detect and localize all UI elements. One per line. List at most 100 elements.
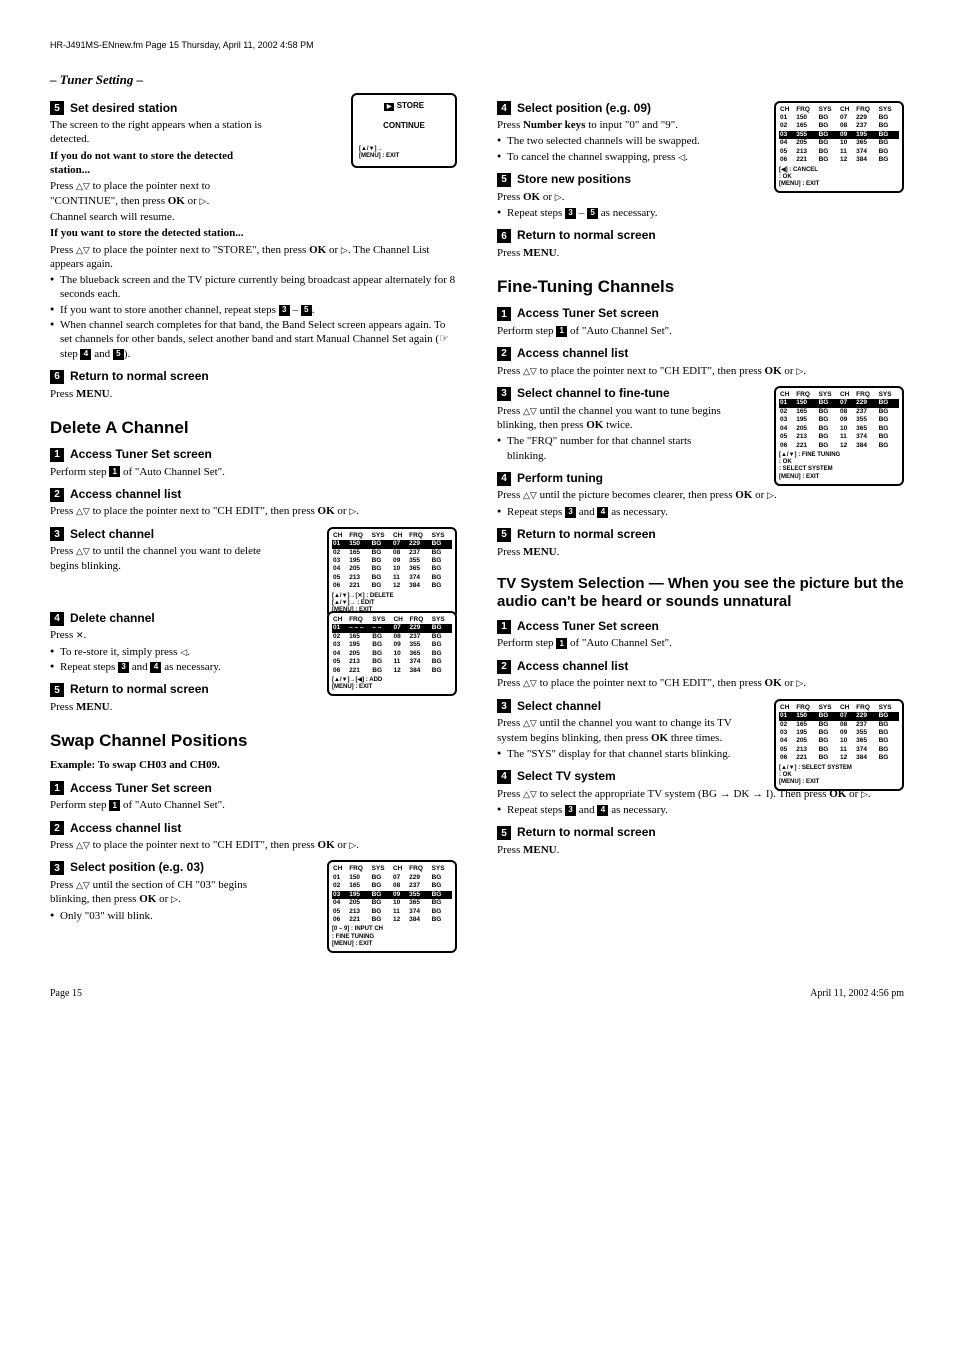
r-s5-title: Store new positions: [517, 172, 631, 188]
osd-store-box: ▶ STORE CONTINUE [▲/▼]→ [MENU] : EXIT: [351, 93, 457, 169]
tri-down-icon: [83, 180, 90, 192]
r-s4-p1: Press Number keys to input "0" and "9".: [497, 118, 727, 132]
s5-p1: The screen to the right appears when a s…: [50, 118, 270, 147]
swap-ex: Example: To swap CH03 and CH09.: [50, 758, 457, 772]
r-s4-num: 4: [497, 101, 511, 115]
osd-tvsys: CHFRQSYSCHFRQSYS 01150BG07229BG 02165BG0…: [774, 699, 904, 792]
section-bar: – Tuner Setting –: [50, 72, 904, 89]
swap-s1-num: 1: [50, 781, 64, 795]
del-s3-num: 3: [50, 527, 64, 541]
fine-s5-p1: Press MENU.: [497, 545, 904, 559]
fine-s1-p1: Perform step 1 of "Auto Channel Set".: [497, 324, 904, 338]
tri-up-icon: [76, 180, 83, 192]
fine-h1: Fine-Tuning Channels: [497, 276, 904, 298]
tv-s1-num: 1: [497, 620, 511, 634]
tv-s5-num: 5: [497, 826, 511, 840]
tvsys-h1: TV System Selection — When you see the p…: [497, 575, 904, 611]
del-s4-title: Delete channel: [70, 611, 155, 627]
s5-p4: Channel search will resume.: [50, 210, 457, 224]
osd-store-f1: [▲/▼]→: [359, 146, 383, 152]
r-s4-b1: The two selected channels will be swappe…: [497, 134, 727, 148]
hand-icon: [439, 333, 449, 345]
footer-date: April 11, 2002 4:56 pm: [810, 987, 904, 1000]
osd-store-l1: STORE: [397, 101, 424, 110]
tv-s4-title: Select TV system: [517, 769, 616, 785]
step6-num: 6: [50, 370, 64, 384]
tv-s3-title: Select channel: [517, 699, 601, 715]
swap-s3-num: 3: [50, 861, 64, 875]
left-column: ▶ STORE CONTINUE [▲/▼]→ [MENU] : EXIT 5S…: [50, 93, 457, 957]
s5-p6: Press to place the pointer next to "STOR…: [50, 243, 457, 272]
tv-s4-num: 4: [497, 770, 511, 784]
r-s5-b1: Repeat steps 3 – 5 as necessary.: [497, 206, 904, 220]
swap-s2-p1: Press to place the pointer next to "CH E…: [50, 838, 457, 852]
fine-s2-title: Access channel list: [517, 346, 628, 362]
del-s3-p1: Press to until the channel you want to d…: [50, 544, 280, 573]
tv-s3-num: 3: [497, 699, 511, 713]
del-s1-p1: Perform step 1 of "Auto Channel Set".: [50, 465, 457, 479]
tv-s2-p1: Press to place the pointer next to "CH E…: [497, 676, 904, 690]
fine-s4-b1: Repeat steps 3 and 4 as necessary.: [497, 505, 904, 519]
step5-num: 5: [50, 101, 64, 115]
tv-s2-num: 2: [497, 660, 511, 674]
osd-fine: CHFRQSYSCHFRQSYS 01150BG07229BG 02165BG0…: [774, 386, 904, 486]
page-footer: Page 15 April 11, 2002 4:56 pm: [50, 987, 904, 1000]
swap-s3-p1: Press until the section of CH "03" begin…: [50, 878, 280, 907]
swap-s3-title: Select position (e.g. 03): [70, 860, 204, 876]
r-s6-p1: Press MENU.: [497, 246, 904, 260]
del-s1-title: Access Tuner Set screen: [70, 447, 212, 463]
del-s4-b1: To re-store it, simply press .: [50, 645, 280, 659]
del-s1-num: 1: [50, 448, 64, 462]
step6-title: Return to normal screen: [70, 369, 209, 385]
s5-p5: If you want to store the detected statio…: [50, 226, 457, 240]
r-s6-title: Return to normal screen: [517, 228, 656, 244]
fine-s1-title: Access Tuner Set screen: [517, 306, 659, 322]
step5-title: Set desired station: [70, 101, 177, 117]
swap-s2-num: 2: [50, 821, 64, 835]
s5-p3: Press to place the pointer next to "CONT…: [50, 179, 270, 208]
tv-s2-title: Access channel list: [517, 659, 628, 675]
del-s5-p1: Press MENU.: [50, 700, 457, 714]
swap-s3-b1: Only "03" will blink.: [50, 909, 457, 923]
fine-s1-num: 1: [497, 307, 511, 321]
osd-swap2: CHFRQSYSCHFRQSYS 01150BG07229BG 02165BG0…: [774, 101, 904, 194]
tv-s5-p1: Press MENU.: [497, 843, 904, 857]
fine-s2-num: 2: [497, 347, 511, 361]
del-s3-title: Select channel: [70, 527, 154, 543]
s5-b3: When channel search completes for that b…: [50, 318, 457, 361]
x-icon: [76, 629, 84, 641]
swap-s1-p1: Perform step 1 of "Auto Channel Set".: [50, 798, 457, 812]
tv-s5-title: Return to normal screen: [517, 825, 656, 841]
del-s4-num: 4: [50, 612, 64, 626]
tv-s3-p1: Press until the channel you want to chan…: [497, 716, 737, 745]
fine-s3-p1: Press until the channel you want to tune…: [497, 404, 727, 433]
osd-swap1: CHFRQSYSCHFRQSYS 01150BG07229BG 02165BG0…: [327, 860, 457, 953]
right-column: CHFRQSYSCHFRQSYS 01150BG07229BG 02165BG0…: [497, 93, 904, 957]
s5-b2: If you want to store another channel, re…: [50, 303, 457, 317]
del-s4-b2: Repeat steps 3 and 4 as necessary.: [50, 660, 280, 674]
del-s2-p1: Press to place the pointer next to "CH E…: [50, 504, 457, 518]
swap-h1: Swap Channel Positions: [50, 730, 457, 752]
delete-h1: Delete A Channel: [50, 417, 457, 439]
tv-s4-b1: Repeat steps 3 and 4 as necessary.: [497, 803, 904, 817]
osd-store-l2: CONTINUE: [359, 121, 449, 131]
footer-page: Page 15: [50, 987, 82, 1000]
fine-s5-title: Return to normal screen: [517, 527, 656, 543]
r-s5-num: 5: [497, 173, 511, 187]
s6-p1: Press MENU.: [50, 387, 457, 401]
osd-store-f2: [MENU] : EXIT: [359, 153, 449, 160]
store-icon: ▶: [384, 103, 395, 111]
swap-s1-title: Access Tuner Set screen: [70, 781, 212, 797]
fine-s4-num: 4: [497, 472, 511, 486]
fine-s4-title: Perform tuning: [517, 471, 603, 487]
tv-s1-title: Access Tuner Set screen: [517, 619, 659, 635]
fine-s5-num: 5: [497, 528, 511, 542]
fine-s4-p1: Press until the picture becomes clearer,…: [497, 488, 904, 502]
tv-s3-b1: The "SYS" display for that channel start…: [497, 747, 737, 761]
s5-p2: If you do not want to store the detected…: [50, 149, 270, 178]
del-s5-num: 5: [50, 683, 64, 697]
fine-s3-title: Select channel to fine-tune: [517, 386, 670, 402]
s5-b1: The blueback screen and the TV picture c…: [50, 273, 457, 302]
fine-s3-b1: The "FRQ" number for that channel starts…: [497, 434, 727, 463]
fine-s3-num: 3: [497, 387, 511, 401]
